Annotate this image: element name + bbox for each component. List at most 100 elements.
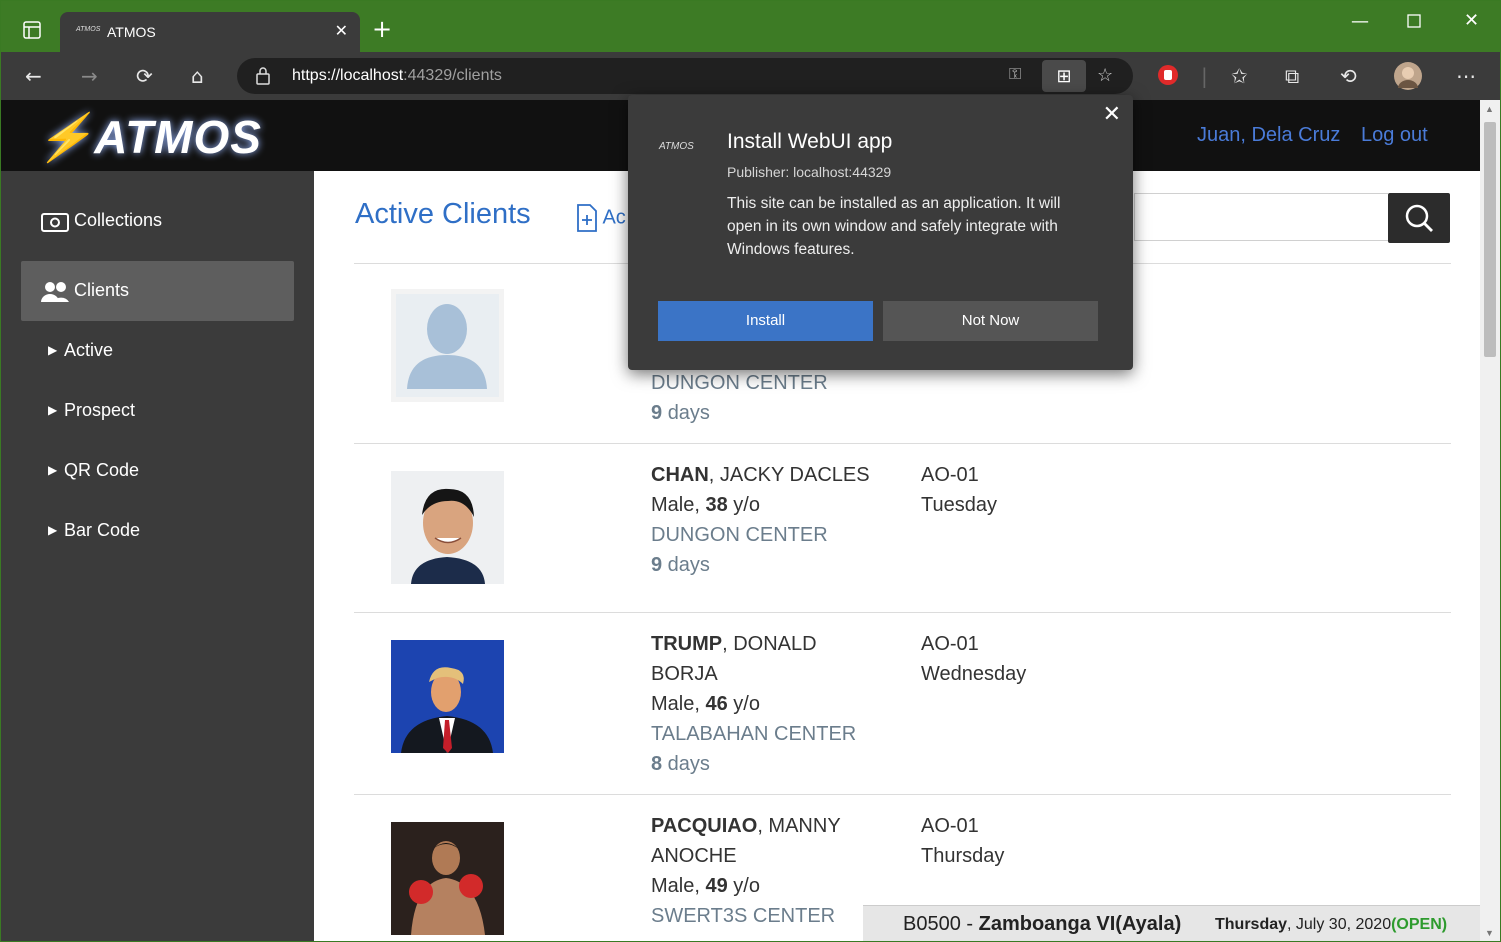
logout-link[interactable]: Log out [1361,124,1428,147]
navigation-bar: ← → ⟳ ⌂ https://localhost:44329/clients … [1,52,1500,100]
lock-icon[interactable] [255,66,271,86]
sidebar-item-label: QR Code [64,460,140,480]
sidebar-item-label: Clients [74,280,130,300]
forward-icon[interactable]: → [81,64,98,88]
client-days: 8 days [651,753,710,775]
scroll-up-icon[interactable]: ▲ [1485,104,1494,114]
client-name: PACQUIAO, MANNY [651,815,841,837]
minimize-icon[interactable]: — [1351,11,1369,32]
home-icon[interactable]: ⌂ [191,64,204,88]
url-text[interactable]: https://localhost:44329/clients [292,67,502,85]
back-icon[interactable]: ← [25,64,42,88]
client-days: 9 days [651,554,710,576]
client-officer: AO-01 [921,815,979,837]
client-name-2: BORJA [651,663,718,685]
profile-avatar[interactable] [1394,62,1422,95]
client-name-2: ANOCHE [651,845,737,867]
scroll-down-icon[interactable]: ▼ [1485,928,1494,938]
caret-right-icon: ▶ [48,523,58,537]
atmos-logo[interactable]: ⚡ATMOS [36,110,262,165]
sidebar-item-prospect[interactable]: ▶ Prospect [21,381,294,441]
client-gender-age: Male, 38 y/o [651,494,760,516]
page-title: Active Clients [355,198,531,230]
not-now-button[interactable]: Not Now [883,301,1098,341]
sidebar-toggle-icon[interactable] [23,21,41,43]
client-photo [391,822,504,935]
client-officer: AO-01 [921,633,979,655]
sidebar-item-qr-code[interactable]: ▶ QR Code [21,441,294,501]
address-bar[interactable]: https://localhost:44329/clients ⚿ ⊞ ☆ [237,58,1133,94]
client-center: DUNGON CENTER [651,524,828,546]
money-icon [41,212,69,237]
caret-right-icon: ▶ [48,403,58,417]
close-icon[interactable]: ✕ [1103,101,1121,127]
key-icon[interactable]: ⚿ [1009,66,1021,84]
tab-close-icon[interactable]: ✕ [335,21,348,41]
install-app-dialog: ✕ ATMOS Install WebUI app Publisher: loc… [628,95,1133,370]
tab-favicon: ATMOS [76,26,101,33]
collections-icon[interactable]: ⧉ [1285,64,1299,88]
search-button[interactable] [1388,193,1450,243]
client-center: DUNGON CENTER [651,372,828,394]
close-window-icon[interactable]: ✕ [1464,10,1479,31]
add-client-label: Ac [602,206,626,229]
sidebar-item-clients[interactable]: Clients [21,261,294,321]
feedback-icon[interactable]: ⟲ [1340,64,1357,88]
client-gender-age: Male, 49 y/o [651,875,760,897]
sidebar-item-label: Collections [74,210,163,230]
sidebar-item-label: Active [64,340,114,360]
caret-right-icon: ▶ [48,463,58,477]
client-day: Thursday [921,845,1005,867]
divider: | [1201,64,1208,88]
browser-window: ATMOS ATMOS ✕ + — ✕ ← → ⟳ ⌂ https://loca… [1,1,1500,941]
dialog-description: This site can be installed as an applica… [727,195,1061,258]
search-input[interactable] [1134,193,1388,241]
client-gender-age: Male, 46 y/o [651,693,760,715]
add-file-icon [577,204,597,232]
tab-title: ATMOS [107,24,156,40]
sidebar-item-label: Bar Code [64,520,141,540]
client-photo [391,640,504,753]
app-install-icon[interactable]: ⊞ [1042,60,1086,92]
maximize-icon[interactable] [1407,13,1421,32]
refresh-icon[interactable]: ⟳ [136,64,153,88]
sidebar-item-label: Prospect [64,400,136,420]
scrollbar-thumb[interactable] [1484,122,1496,357]
search-icon [1405,204,1433,232]
client-photo-placeholder [391,289,504,402]
list-item[interactable]: TRUMP, DONALD BORJA Male, 46 y/o TALABAH… [354,612,1451,794]
browser-tab[interactable]: ATMOS ATMOS ✕ [60,12,360,52]
list-item[interactable]: CHAN, JACKY DACLES Male, 38 y/o DUNGON C… [354,443,1451,611]
branch-status-bar: B0500 - Zamboanga VI(Ayala) Thursday, Ju… [863,905,1480,941]
branch-info: B0500 - Zamboanga VI(Ayala) [903,913,1182,935]
more-menu-icon[interactable]: ⋯ [1456,64,1476,88]
dialog-publisher: Publisher: localhost:44329 [727,164,892,180]
vertical-scrollbar[interactable]: ▲ ▼ [1480,100,1500,941]
client-center: SWERT3S CENTER [651,905,836,927]
sidebar-item-collections[interactable]: Collections [21,191,294,251]
client-center: TALABAHAN CENTER [651,723,857,745]
open-status: (OPEN) [1391,916,1448,933]
title-bar: ATMOS ATMOS ✕ + — ✕ [1,1,1500,52]
sidebar-item-bar-code[interactable]: ▶ Bar Code [21,501,294,561]
client-photo [391,471,504,584]
client-day: Tuesday [921,494,997,516]
add-favorite-icon[interactable]: ☆ [1097,65,1113,86]
client-officer: AO-01 [921,464,979,486]
user-name-link[interactable]: Juan, Dela Cruz [1197,124,1340,147]
client-name: TRUMP, DONALD [651,633,817,655]
add-client-button[interactable]: Ac [576,203,626,233]
client-name: CHAN, JACKY DACLES [651,464,870,486]
sidebar-item-active[interactable]: ▶ Active [21,321,294,381]
client-day: Wednesday [921,663,1027,685]
install-button[interactable]: Install [658,301,873,341]
sidebar: Collections Clients ▶ Active ▶ Prospect … [1,171,314,941]
extension-stop-icon[interactable] [1157,64,1179,91]
dialog-title: Install WebUI app [727,130,893,153]
users-icon [41,281,69,308]
caret-right-icon: ▶ [48,343,58,357]
client-days: 9 days [651,402,710,424]
app-logo: ATMOS [659,141,694,152]
favorites-icon[interactable]: ✩ [1231,64,1248,88]
new-tab-icon[interactable]: + [372,15,392,43]
